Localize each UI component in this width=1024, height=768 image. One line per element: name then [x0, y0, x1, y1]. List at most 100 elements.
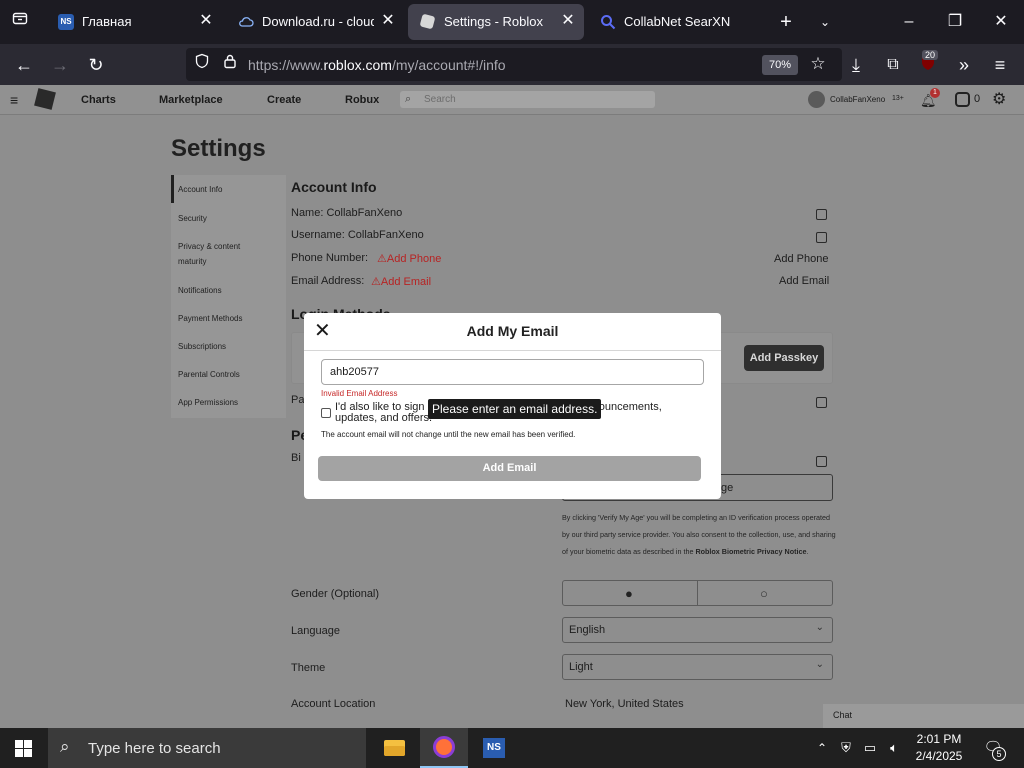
taskbar-search-input[interactable]: ⌕ Type here to search	[48, 728, 366, 768]
avatar[interactable]	[808, 91, 825, 108]
gender-female-button[interactable]: ○	[697, 580, 833, 606]
notification-count-badge: 1	[930, 88, 940, 98]
sidebar-item-app-permissions[interactable]: App Permissions	[178, 395, 238, 410]
sidebar-item-payment-methods[interactable]: Payment Methods	[178, 311, 242, 326]
nav-create[interactable]: Create	[267, 94, 301, 106]
firefox-icon[interactable]	[420, 728, 468, 768]
add-email-submit-button[interactable]: Add Email	[318, 456, 701, 481]
notification-count-badge: 5	[992, 747, 1006, 761]
close-tab-icon[interactable]: ✕	[560, 13, 576, 29]
theme-label: Theme	[291, 662, 326, 674]
username-label: Username: CollabFanXeno	[291, 229, 424, 241]
reload-icon[interactable]: ↻	[82, 51, 110, 79]
verify-age-label: ge	[721, 482, 734, 494]
language-select[interactable]: English ⌄	[562, 617, 833, 643]
male-icon: ●	[625, 586, 633, 601]
hamburger-icon[interactable]: ≡	[10, 92, 18, 108]
roblox-icon	[419, 13, 436, 30]
nav-marketplace[interactable]: Marketplace	[159, 94, 223, 106]
close-tab-icon[interactable]: ✕	[198, 13, 214, 29]
robux-icon[interactable]	[955, 92, 970, 107]
edit-username-icon[interactable]	[816, 232, 827, 243]
close-tab-icon[interactable]: ✕	[380, 13, 396, 29]
name-label: Name: CollabFanXeno	[291, 207, 403, 219]
tab-title: Главная	[82, 14, 132, 29]
add-passkey-button[interactable]: Add Passkey	[744, 345, 824, 371]
shield-icon[interactable]	[188, 50, 216, 78]
add-email-button[interactable]: Add Email	[779, 275, 829, 287]
roblox-logo-icon[interactable]	[34, 88, 56, 110]
zoom-level-button[interactable]: 70%	[762, 55, 798, 75]
verification-notice: By clicking 'Verify My Age' you will be …	[562, 513, 836, 556]
settings-gear-icon[interactable]: ⚙	[992, 89, 1006, 109]
roblox-search-input[interactable]: ⌕ Search	[400, 91, 655, 108]
new-tab-icon[interactable]: +	[772, 8, 800, 36]
tab-title: Download.ru - cloud st	[262, 14, 374, 29]
email-field[interactable]	[321, 359, 704, 385]
nav-charts[interactable]: Charts	[81, 94, 116, 106]
email-label: Email Address:	[291, 275, 365, 287]
security-tray-icon[interactable]: ⛨	[836, 728, 856, 768]
add-phone-button[interactable]: Add Phone	[774, 253, 828, 265]
tab-download-ru[interactable]: Download.ru - cloud st ✕	[226, 4, 404, 40]
edit-name-icon[interactable]	[816, 209, 827, 220]
warning-icon: ⚠	[377, 253, 387, 265]
clock-date: 2/4/2025	[915, 749, 963, 763]
chat-bar[interactable]: Chat	[823, 704, 1024, 728]
tab-searxng[interactable]: CollabNet SearXNG	[588, 4, 760, 40]
bookmark-star-icon[interactable]: ☆	[804, 50, 832, 78]
female-icon: ○	[760, 586, 768, 601]
downloads-icon[interactable]: ⤓	[842, 51, 870, 79]
firefox-view-icon[interactable]	[6, 8, 34, 36]
modal-title: Add My Email	[466, 323, 559, 339]
extensions-icon[interactable]: ⧉	[879, 51, 907, 79]
restore-icon[interactable]: ❐	[932, 0, 978, 44]
biometric-privacy-link[interactable]: Roblox Biometric Privacy Notice	[695, 547, 806, 556]
ns-app-icon[interactable]: NS	[470, 728, 518, 768]
edit-birthday-icon[interactable]	[816, 456, 827, 467]
language-label: Language	[291, 625, 340, 637]
start-button[interactable]	[0, 728, 48, 768]
lock-icon[interactable]	[216, 50, 244, 78]
settings-sidebar: Account Info Security Privacy & content …	[171, 175, 286, 418]
robux-balance: 0	[974, 93, 981, 105]
sidebar-item-subscriptions[interactable]: Subscriptions	[178, 339, 226, 354]
sidebar-item-parental-controls[interactable]: Parental Controls	[178, 367, 240, 382]
nav-robux[interactable]: Robux	[345, 94, 379, 106]
extension-count-badge: 20	[922, 50, 939, 60]
newsletter-checkbox[interactable]	[321, 408, 331, 418]
navigation-toolbar: ← → ↻ https://www.roblox.com/my/account#…	[0, 44, 1024, 85]
phone-warning-text: Add Phone	[386, 253, 442, 265]
menu-icon[interactable]: ≡	[986, 51, 1014, 79]
gender-label: Gender (Optional)	[291, 588, 380, 600]
address-bar[interactable]: https://www.roblox.com/my/account#!/info…	[186, 48, 842, 81]
back-icon[interactable]: ←	[10, 51, 38, 79]
volume-muted-icon[interactable]: 🔈︎	[884, 728, 904, 768]
search-icon: ⌕	[405, 93, 412, 105]
edit-password-icon[interactable]	[816, 397, 827, 408]
forward-icon[interactable]: →	[46, 51, 74, 79]
theme-select[interactable]: Light ⌄	[562, 654, 833, 680]
password-label-partial: Pa	[291, 394, 305, 406]
close-window-icon[interactable]: ✕	[978, 0, 1024, 44]
tab-settings-roblox[interactable]: Settings - Roblox ✕	[408, 4, 584, 40]
sidebar-item-privacy[interactable]: Privacy & content maturity	[178, 239, 264, 269]
gender-male-button[interactable]: ●	[562, 580, 698, 606]
warning-icon: ⚠	[371, 276, 381, 288]
tray-expand-icon[interactable]: ⌃	[812, 728, 832, 768]
sidebar-item-account-info[interactable]: Account Info	[178, 182, 222, 197]
chevron-down-icon: ⌄	[815, 659, 824, 670]
tab-glavnaya[interactable]: NS Главная ✕	[46, 4, 222, 40]
phone-label: Phone Number:	[291, 252, 369, 264]
username-link[interactable]: CollabFanXeno	[830, 95, 885, 104]
sidebar-item-security[interactable]: Security	[178, 211, 207, 226]
system-clock[interactable]: 2:01 PM 2/4/2025	[908, 731, 970, 765]
overflow-chevron-icon[interactable]: »	[950, 51, 978, 79]
birthday-label-partial: Bi	[291, 452, 301, 464]
phone-warning: ⚠Add Phone	[377, 252, 441, 265]
minimize-icon[interactable]: –	[886, 0, 932, 44]
file-explorer-icon[interactable]	[370, 728, 418, 768]
sidebar-item-notifications[interactable]: Notifications	[178, 283, 222, 298]
list-tabs-icon[interactable]: ⌄	[811, 8, 839, 36]
network-icon[interactable]: ▭	[860, 728, 880, 768]
